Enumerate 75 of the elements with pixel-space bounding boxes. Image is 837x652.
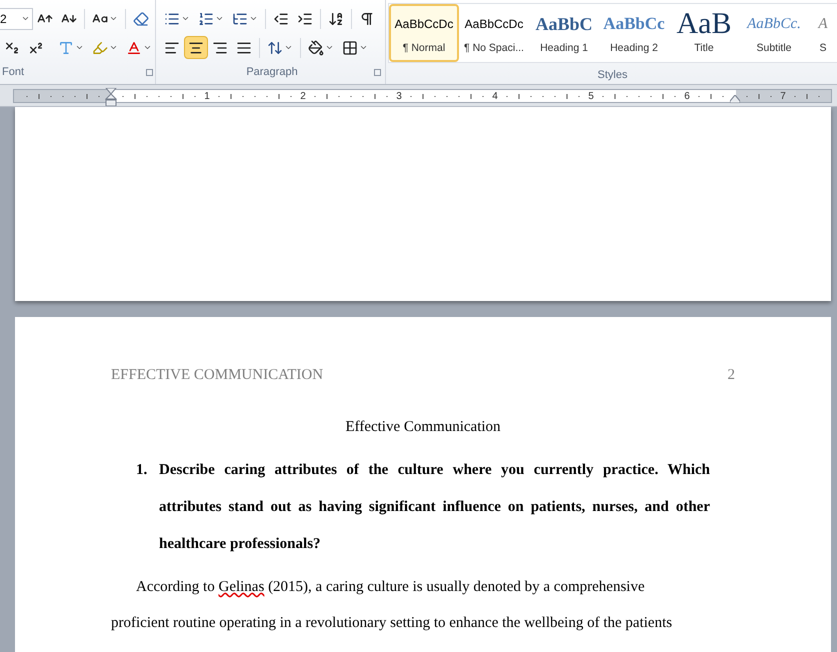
ruler-number: 5 — [588, 90, 594, 104]
bullets-icon — [164, 10, 180, 26]
indent-marker-icon[interactable] — [105, 88, 117, 106]
caret-icon — [75, 43, 84, 52]
style-preview: AaBbCcDc — [464, 16, 524, 33]
style-preview: AaBbCc — [603, 13, 665, 36]
caret-icon — [109, 14, 118, 23]
shading-icon — [308, 40, 324, 56]
style-gallery-item[interactable]: AaBbCcDc ¶ Normal — [389, 4, 459, 62]
caret-icon — [143, 43, 152, 52]
style-gallery-item[interactable]: AaB Title — [669, 4, 739, 62]
list-number: 1. — [136, 461, 148, 480]
align-icon — [236, 40, 252, 56]
subscript-icon — [4, 40, 20, 56]
font-size-value: 2 — [0, 10, 7, 28]
style-gallery-item[interactable]: A S — [809, 4, 837, 62]
dialog-launcher-icon[interactable] — [374, 68, 381, 76]
dialog-launcher-icon[interactable] — [146, 68, 153, 76]
style-gallery-item[interactable]: AaBbC Heading 1 — [529, 4, 599, 62]
style-name: Heading 1 — [540, 41, 588, 56]
body-paragraph: According to Gelinas (2015), a caring culture is usually denoted by a comprehensive proficient routine operating in a revolutionary setting to enhance the wellbeing of the patients — [111, 578, 674, 633]
caret-icon — [181, 14, 190, 23]
font-size-field[interactable]: 2 — [0, 8, 33, 30]
caret-icon — [325, 43, 334, 52]
caret-icon — [109, 43, 118, 52]
font-color-icon — [126, 40, 142, 56]
style-gallery-item[interactable]: AaBbCcDc ¶ No Spaci... — [459, 4, 529, 62]
ruler-number: 2 — [300, 90, 306, 104]
ruler-number: 7 — [780, 90, 786, 104]
text-effects-icon — [58, 40, 74, 56]
align-icon — [212, 40, 228, 56]
style-name: S — [819, 41, 826, 56]
caret-icon — [21, 14, 30, 23]
caret-icon — [359, 43, 368, 52]
caret-icon — [284, 43, 293, 52]
style-name: Heading 2 — [610, 41, 658, 56]
highlight-icon — [92, 40, 108, 56]
style-preview: AaBbC — [535, 12, 592, 36]
style-name: ¶ No Spaci... — [464, 41, 524, 56]
style-preview: A — [818, 14, 828, 34]
clear-formatting-icon — [133, 10, 149, 26]
align-icon — [188, 40, 204, 56]
caret-icon — [249, 14, 258, 23]
multilevel-list-icon — [232, 10, 248, 26]
decrease-indent-icon — [273, 10, 289, 26]
ruler-number: 4 — [492, 90, 498, 104]
group-label: Font — [2, 65, 24, 80]
show-formatting-icon — [359, 10, 375, 26]
style-preview: AaBbCc. — [747, 14, 801, 34]
ruler-number: 1 — [204, 90, 210, 104]
ruler-number: 3 — [396, 90, 402, 104]
group-label: Paragraph — [246, 65, 298, 80]
list-item-text: Describe caring attributes of the culture where you currently practice. Which attributes stand out as having significant influence on patients, nurses, and other healthcare professionals? — [159, 461, 710, 554]
style-name: Title — [694, 41, 714, 56]
line-spacing-icon — [267, 40, 283, 56]
align-button[interactable] — [184, 36, 208, 59]
sort-icon — [328, 10, 344, 26]
style-preview: AaB — [676, 9, 732, 39]
right-indent-icon[interactable] — [730, 94, 740, 102]
style-name: Subtitle — [756, 41, 792, 56]
group-label: Styles — [598, 68, 628, 83]
style-name: ¶ Normal — [402, 41, 446, 56]
increase-indent-icon — [297, 10, 313, 26]
style-gallery-item[interactable]: AaBbCc. Subtitle — [739, 4, 809, 62]
running-header: EFFECTIVE COMMUNICATION — [111, 366, 324, 385]
numbering-icon — [198, 10, 214, 26]
superscript-icon — [28, 40, 44, 56]
ruler-number: 6 — [684, 90, 690, 104]
align-icon — [164, 40, 180, 56]
style-gallery-item[interactable]: AaBbCc Heading 2 — [599, 4, 669, 62]
caret-icon — [215, 14, 224, 23]
borders-icon — [342, 40, 358, 56]
style-preview: AaBbCcDc — [394, 16, 454, 33]
page-number: 2 — [728, 366, 735, 385]
document-title: Effective Communication — [345, 418, 501, 436]
